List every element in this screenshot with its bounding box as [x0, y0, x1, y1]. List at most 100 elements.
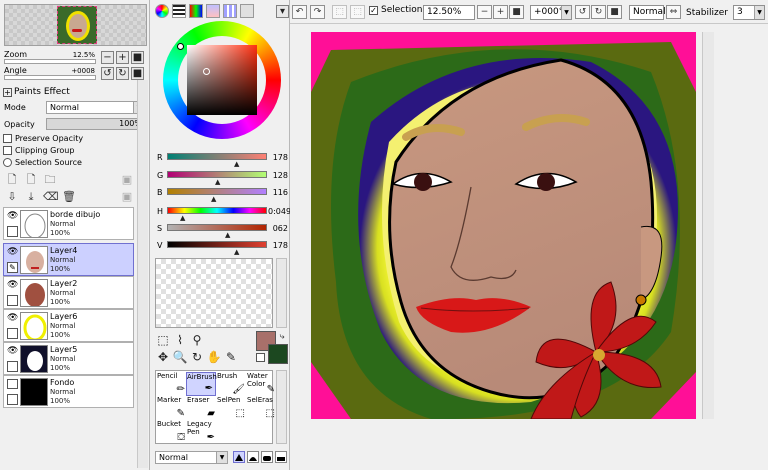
brush-pencil[interactable]: Pencil ✏ — [157, 372, 187, 396]
brush-shape-flat[interactable] — [275, 451, 287, 463]
clear-layer-icon[interactable]: ⌫ — [43, 190, 59, 204]
hue-marker[interactable] — [177, 43, 184, 50]
layer-row[interactable]: 👁 Layer2 Normal 100% — [3, 276, 134, 309]
swatches-tab-icon[interactable] — [223, 4, 237, 18]
eye-icon[interactable]: 👁 — [7, 211, 18, 221]
toolbar-rotate-right-button[interactable]: ↻ — [591, 5, 606, 19]
brush-shape-soft[interactable] — [261, 451, 273, 463]
brush-brush[interactable]: Brush 🖌 — [217, 372, 247, 396]
drawing-canvas[interactable] — [311, 32, 696, 419]
h-slider-handle[interactable]: ▲ — [180, 214, 185, 222]
brush-marker[interactable]: Marker ✎ — [157, 396, 187, 420]
paints-effect-header[interactable]: + Paints Effect — [3, 87, 70, 97]
saturation-value-square[interactable] — [187, 45, 257, 115]
brush-legacy-pen[interactable]: Legacy Pen ✒ — [187, 420, 217, 444]
rgb-sliders-tab-icon[interactable] — [172, 4, 186, 18]
opacity-slider[interactable]: 100% — [46, 118, 145, 130]
brush-watercolor[interactable]: Water Color ✎ — [247, 372, 277, 396]
lock-checkbox[interactable] — [7, 361, 18, 372]
h-slider[interactable] — [167, 207, 267, 214]
transfer-down-icon[interactable]: ⇩ — [5, 190, 19, 204]
brush-shape-sharp[interactable] — [233, 451, 245, 463]
brush-scrollbar[interactable] — [276, 370, 287, 444]
b-slider[interactable] — [167, 188, 267, 195]
swatch-grid[interactable] — [155, 258, 273, 328]
layer-settings-icon[interactable]: ▣ — [120, 173, 134, 187]
toolbar-zoom-fit-button[interactable]: ■ — [509, 5, 524, 19]
flip-view-button[interactable]: ⇔ — [666, 5, 681, 19]
navigator-thumbnail[interactable] — [4, 4, 147, 46]
stabilizer-select[interactable]: 3 ▼ — [733, 5, 765, 20]
s-slider[interactable] — [167, 224, 267, 231]
toolbar-rotate-left-button[interactable]: ↺ — [575, 5, 590, 19]
layer-row[interactable]: 👁 ✎ Layer4 Normal 100% — [3, 243, 134, 276]
swap-colors-icon[interactable]: ⤷ — [276, 330, 288, 344]
brush-shape-round[interactable] — [247, 451, 259, 463]
lock-checkbox[interactable] — [7, 226, 18, 237]
sv-marker[interactable] — [203, 68, 210, 75]
rotate-reset-button[interactable]: ■ — [131, 67, 144, 80]
brush-selpen[interactable]: SelPen ⬚ — [217, 396, 247, 420]
left-panel-scrollbar[interactable] — [137, 80, 148, 468]
lock-checkbox[interactable] — [7, 295, 18, 306]
zoom-slider[interactable] — [4, 59, 96, 64]
lock-checkbox[interactable] — [7, 328, 18, 339]
zoom-in-button[interactable]: + — [116, 51, 129, 64]
zoom-out-button[interactable]: − — [101, 51, 114, 64]
zoom-icon[interactable]: 🔍 — [172, 350, 188, 364]
brush-lock-icon[interactable]: ✎ — [7, 262, 18, 273]
hand-icon[interactable]: ✋ — [206, 350, 222, 364]
deselect-icon[interactable]: ⬚ — [332, 5, 347, 19]
b-slider-handle[interactable]: ▲ — [211, 195, 216, 203]
panel-menu-button[interactable]: ▾ — [276, 5, 289, 18]
angle-slider[interactable] — [4, 75, 96, 80]
zoom-field[interactable]: 12.50% — [423, 5, 475, 20]
mode-select[interactable]: Normal ▼ — [46, 101, 145, 114]
invert-selection-icon[interactable]: ⬚ — [350, 5, 365, 19]
brush-airbrush[interactable]: AirBrush ✒ — [186, 372, 217, 396]
toolbar-zoom-out-button[interactable]: − — [477, 5, 492, 19]
v-slider-handle[interactable]: ▲ — [234, 248, 239, 256]
scratchpad-tab-icon[interactable] — [240, 4, 254, 18]
swatch-scrollbar[interactable] — [276, 258, 287, 328]
toolbar-zoom-in-button[interactable]: + — [493, 5, 508, 19]
hsv-sliders-tab-icon[interactable] — [189, 4, 203, 18]
clipping-group-checkbox[interactable]: Clipping Group — [3, 146, 74, 155]
layer-mask-icon[interactable]: ▣ — [120, 190, 134, 204]
magic-wand-icon[interactable]: ⚲ — [189, 333, 205, 347]
s-slider-handle[interactable]: ▲ — [225, 231, 230, 239]
move-icon[interactable]: ✥ — [155, 350, 171, 364]
color-mixer-tab-icon[interactable] — [206, 4, 220, 18]
merge-down-icon[interactable]: ⤓ — [24, 190, 38, 204]
delete-layer-icon[interactable]: 🗑 — [62, 190, 76, 204]
view-mode-field[interactable]: Normal — [629, 5, 666, 20]
toolbar-rotate-reset-button[interactable]: ■ — [607, 5, 622, 19]
lasso-icon[interactable]: ⌇ — [172, 333, 188, 347]
r-slider-handle[interactable]: ▲ — [234, 160, 239, 168]
eye-icon[interactable]: 👁 — [7, 346, 18, 356]
new-folder-icon[interactable]: 🗀 — [43, 173, 57, 187]
zoom-reset-button[interactable]: ■ — [131, 51, 144, 64]
preserve-opacity-checkbox[interactable]: Preserve Opacity — [3, 134, 83, 143]
color-wheel-tab-icon[interactable] — [155, 4, 169, 18]
new-layer-icon[interactable]: 🗋 — [5, 173, 19, 187]
hidden-eye-checkbox[interactable] — [7, 379, 18, 389]
layer-row[interactable]: Fondo Normal 100% — [3, 375, 134, 408]
background-color-swatch[interactable] — [268, 344, 288, 364]
eye-icon[interactable]: 👁 — [7, 313, 18, 323]
r-slider[interactable] — [167, 153, 267, 160]
rotate-right-button[interactable]: ↻ — [116, 67, 129, 80]
canvas-area[interactable] — [290, 25, 768, 470]
angle-field[interactable]: +000° ▼ — [530, 5, 572, 20]
selection-toggle[interactable]: ✓ Selection — [369, 5, 422, 15]
eye-icon[interactable]: 👁 — [7, 247, 18, 257]
blend-mode-select[interactable]: Normal ▼ — [155, 451, 228, 464]
v-slider[interactable] — [167, 241, 267, 248]
rotate-left-button[interactable]: ↺ — [101, 67, 114, 80]
selection-source-radio[interactable]: Selection Source — [3, 158, 82, 167]
redo-icon[interactable]: ↷ — [310, 5, 325, 19]
layer-row[interactable]: 👁 Layer5 Normal 100% — [3, 342, 134, 375]
layer-row[interactable]: 👁 borde dibujo Normal 100% — [3, 207, 134, 240]
g-slider[interactable] — [167, 171, 267, 178]
g-slider-handle[interactable]: ▲ — [215, 178, 220, 186]
